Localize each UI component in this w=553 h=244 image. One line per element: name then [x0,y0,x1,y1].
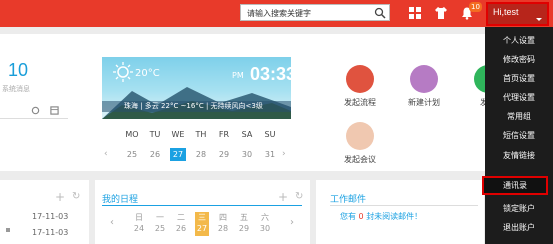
menu-item[interactable]: 首页设置 [485,69,553,88]
weather-detail: 珠海 | 多云 22°C ~16°C | 无持续风向<3级 [102,101,291,112]
schedule-weekday: 二 [177,213,185,222]
apps-grid-icon[interactable] [408,6,422,20]
message-count-label: 系统消息 [2,85,30,93]
calendar-day-today[interactable]: 27 [170,148,186,161]
weekday-label: FR [218,130,230,139]
menu-item[interactable]: 友情链接 [485,146,553,165]
weekday-label: MO [125,130,139,139]
weather-temperature: 20°C [135,68,160,79]
username: Hi,test [493,7,519,17]
app-label: 发起会议 [344,155,376,164]
schedule-date: 29 [238,224,250,233]
list-item-date: 17-11-03 [32,228,69,237]
schedule-date: 26 [175,224,187,233]
calendar-day[interactable]: 29 [216,148,232,161]
search-icon[interactable] [374,7,386,19]
schedule-date: 27 [196,224,208,233]
skin-shirt-icon[interactable] [434,6,448,20]
app-new-plan[interactable]: 新建计划 [394,65,454,108]
schedule-day[interactable]: 日 24 [132,212,146,236]
divider [0,118,68,119]
schedule-day[interactable]: 四 28 [216,212,230,236]
clock-time: 03:33 [250,64,291,84]
schedule-date: 30 [259,224,271,233]
weekday-label: SU [264,130,276,139]
search-input[interactable]: 请输入搜索关键字 [247,8,311,19]
schedule-date: 28 [217,224,229,233]
schedule-weekday: 一 [156,213,164,222]
menu-item[interactable]: 短信设置 [485,126,553,145]
weekday-label: SA [241,130,253,139]
menu-item[interactable]: 修改密码 [485,50,553,69]
message-count[interactable]: 10 [8,60,28,81]
app-label: 新建计划 [408,98,440,107]
calendar-plan-icon [410,65,438,93]
schedule-day[interactable]: 二 26 [174,212,188,236]
schedule-day[interactable]: 五 29 [237,212,251,236]
calendar-day[interactable]: 26 [147,148,163,161]
app-start-meeting[interactable]: 发起会议 [330,122,390,165]
weather-widget: 20°C PM 03:33 珠海 | 多云 22°C ~16°C | 无持续风向… [102,57,291,119]
schedule-date: 25 [154,224,166,233]
schedule-underline [102,205,302,206]
user-menu-toggle[interactable]: Hi,test [486,2,549,26]
notification-badge: 10 [469,2,482,12]
mail-notice[interactable]: 您有 0 封未阅读邮件！ [340,211,422,222]
mail-underline [330,205,478,206]
mail-title[interactable]: 工作邮件 [330,192,366,205]
schedule-day[interactable]: 六 30 [258,212,272,236]
refresh-icon[interactable]: ↻ [72,191,80,202]
menu-item[interactable]: 锁定账户 [485,199,553,218]
refresh-icon[interactable]: ↻ [295,191,303,202]
menu-item[interactable]: 退出账户 [485,218,553,237]
menu-item-contacts-highlighted[interactable]: 通讯录 [482,176,548,195]
mail-count: 0 [358,212,364,221]
process-flow-icon [346,65,374,93]
caret-down-icon [536,18,542,21]
schedule-weekday: 日 [135,213,143,222]
schedule-day[interactable]: 一 25 [153,212,167,236]
next-week-arrow[interactable]: › [282,149,286,159]
add-icon[interactable]: + [278,190,288,204]
weekday-label: TH [195,130,207,139]
calendar-day[interactable]: 31 [262,148,278,161]
meeting-icon [346,122,374,150]
prev-week-arrow[interactable]: ‹ [110,217,114,228]
list-item-date: 17-11-03 [32,212,69,221]
app-label: 发起流程 [344,98,376,107]
menu-item[interactable]: 个人设置 [485,31,553,50]
schedule-weekday: 五 [240,213,248,222]
schedule-title[interactable]: 我的日程 [102,192,138,205]
prev-week-arrow[interactable]: ‹ [104,149,108,159]
sun-icon [113,62,133,82]
schedule-weekday: 四 [219,213,227,222]
weekday-label: WE [171,130,185,139]
mail-text-prefix: 您有 [340,212,356,221]
schedule-weekday: 六 [261,213,269,222]
schedule-weekday: 三 [198,213,206,222]
calendar-day[interactable]: 30 [239,148,255,161]
bullet-icon [6,228,10,232]
add-icon[interactable]: + [55,190,65,204]
window-icon[interactable] [50,106,59,115]
mail-text-suffix: 封未阅读邮件！ [366,212,423,221]
menu-item[interactable]: 常用组 [485,107,553,126]
calendar-day[interactable]: 25 [124,148,140,161]
refresh-icon[interactable] [31,106,40,115]
search-box[interactable]: 请输入搜索关键字 [240,4,390,21]
schedule-date: 24 [133,224,145,233]
menu-item[interactable]: 代理设置 [485,88,553,107]
weekday-label: TU [149,130,161,139]
clock-ampm: PM [232,71,244,80]
schedule-day-today[interactable]: 三 27 [195,212,209,236]
calendar-day[interactable]: 28 [193,148,209,161]
next-week-arrow[interactable]: › [290,217,294,228]
app-start-process[interactable]: 发起流程 [330,65,390,108]
